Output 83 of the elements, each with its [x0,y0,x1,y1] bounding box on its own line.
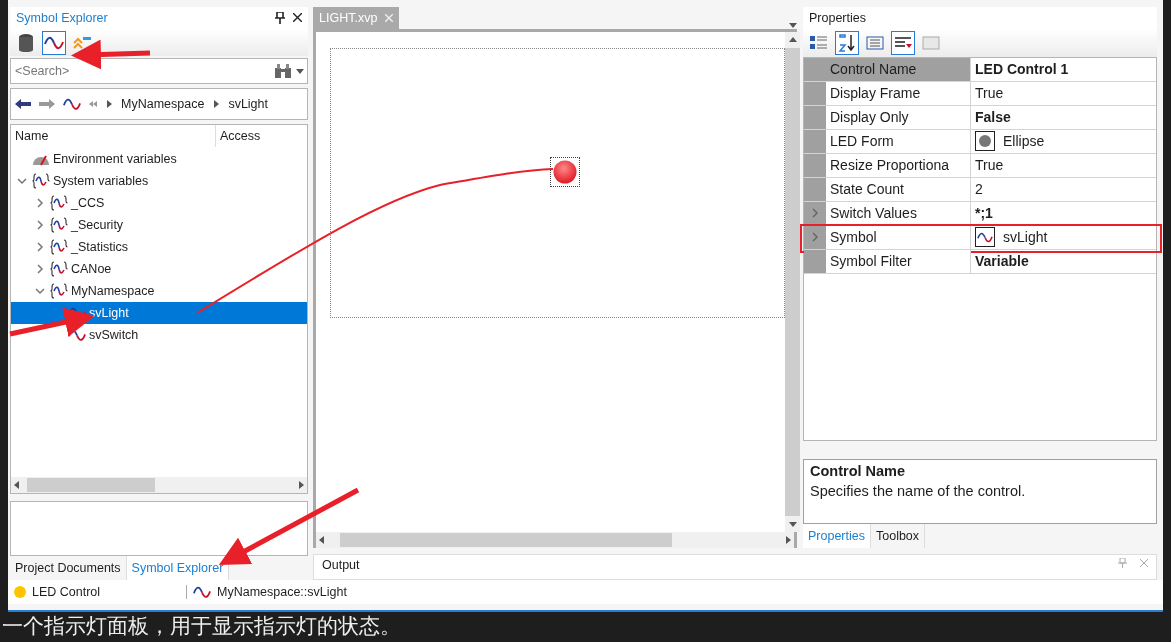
property-value[interactable]: svLight [1003,229,1048,245]
property-value[interactable]: *;1 [975,205,993,221]
signal-wave-icon [44,35,64,50]
namespace-icon [50,194,68,213]
back-arrow-icon[interactable] [15,98,31,111]
database-icon [18,33,34,52]
property-value[interactable]: Ellipse [1003,133,1045,149]
tree-item[interactable]: CANoe [11,258,307,281]
chevron-right-icon[interactable] [35,242,45,253]
filter-button[interactable] [891,30,915,55]
categorized-list-icon [810,34,828,51]
property-value[interactable]: Variable [975,253,1029,269]
chevron-down-icon[interactable] [35,286,45,297]
horizontal-scrollbar[interactable] [11,476,307,493]
collapse-icon [73,35,91,50]
binoculars-icon[interactable] [274,63,292,80]
status-text: LED Control [32,585,101,599]
signal-button[interactable] [42,30,66,55]
caption-text: 一个指示灯面板，用于显示指示灯的状态。 [2,613,401,640]
chevron-right-icon[interactable] [35,198,45,209]
tree-item[interactable]: _Security [11,214,307,237]
vertical-scrollbar[interactable] [785,32,800,532]
status-text: MyNamespace::svLight [217,585,347,599]
property-value[interactable]: False [975,109,1011,125]
filter-icon [894,35,912,50]
arrow-right-icon[interactable] [212,100,221,109]
property-name[interactable]: Symbol Filter [826,249,971,273]
horizontal-scrollbar[interactable] [316,532,794,548]
tree-item[interactable]: System variables [11,170,307,193]
sort-alphabetical-button[interactable] [835,30,859,55]
list-icon [866,35,884,50]
property-value[interactable]: LED Control 1 [975,61,1069,77]
arrow-left-icon[interactable] [318,536,326,544]
close-icon[interactable] [293,13,302,23]
breadcrumb-item[interactable]: svLight [228,97,268,112]
tree-item[interactable]: svLight [11,302,307,325]
page-icon [922,35,940,50]
search-field[interactable]: <Search> [10,58,308,85]
panel-title: Properties [809,10,867,25]
panel-tab[interactable]: Properties [803,524,871,548]
namespace-icon [32,172,50,191]
property-value[interactable]: 2 [975,181,983,197]
tree-item[interactable]: _CCS [11,192,307,215]
arrow-right-icon[interactable] [297,480,305,489]
namespace-icon [50,238,68,257]
description-title: Control Name [810,462,907,479]
arrow-right-icon[interactable] [105,100,113,109]
panel-tab[interactable]: Symbol Explorer [126,556,230,580]
ellipse-swatch-icon [975,131,995,151]
arrow-down-icon[interactable] [788,520,797,528]
breadcrumb-item[interactable]: MyNamespace [121,97,205,112]
pin-icon[interactable] [275,11,285,24]
column-header[interactable]: Access [216,125,306,148]
namespace-icon [50,282,68,301]
panel-title: Symbol Explorer [16,10,109,25]
signal-wave-icon [63,97,81,111]
property-value[interactable]: True [975,85,1004,101]
arrow-down-icon[interactable] [789,21,797,29]
signal-wave-icon [193,585,211,599]
arrow-down-icon[interactable] [296,67,304,76]
arrow-right-icon[interactable] [784,536,792,544]
led-control[interactable] [550,157,580,187]
tree-item[interactable]: _Statistics [11,236,307,259]
chevron-right-icon[interactable] [35,220,45,231]
column-header[interactable]: Name [11,125,216,148]
chevron-right-icon[interactable] [35,264,45,275]
tree-item[interactable]: svSwitch [11,324,307,347]
property-name[interactable]: Control Name [826,57,971,81]
namespace-icon [50,216,68,235]
namespace-icon [50,260,68,279]
panel-title: Output [322,558,360,574]
tree-item[interactable]: MyNamespace [11,280,307,303]
tree-item[interactable]: Environment variables [11,148,307,171]
sort-icon [838,33,856,52]
signal-wave-icon [975,227,995,247]
forward-arrow-icon[interactable] [39,98,55,111]
arrow-left-icon[interactable] [13,480,21,489]
status-dot [14,586,26,598]
chevron-down-icon[interactable] [17,176,27,187]
double-chevron-icon[interactable] [89,100,97,109]
description-text: Specifies the name of the control. [810,482,1027,499]
arrow-up-icon[interactable] [788,36,797,44]
property-value[interactable]: True [975,157,1004,173]
